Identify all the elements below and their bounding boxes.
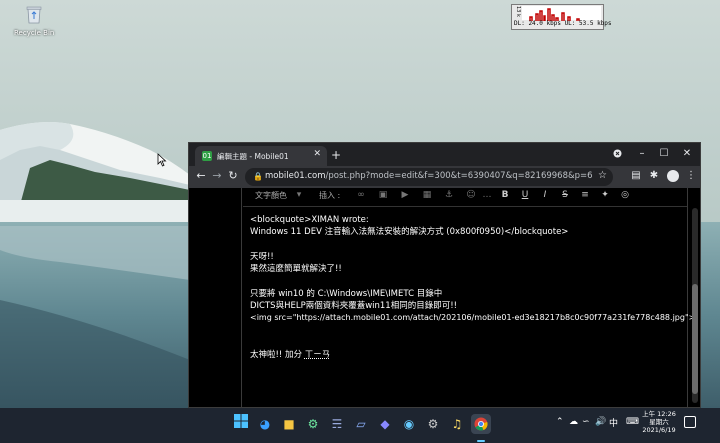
network-app-icon[interactable]: ☴: [327, 414, 347, 434]
anchor-icon[interactable]: ⚓: [443, 190, 455, 200]
media-control-shape: [613, 149, 621, 158]
video-icon[interactable]: ▶: [399, 190, 411, 200]
notification-icon[interactable]: [684, 416, 696, 428]
chrome-browser-icon[interactable]: [471, 414, 491, 434]
emoji-icon[interactable]: ☺: [465, 190, 477, 200]
puzzle-extensions-icon[interactable]: ✱: [647, 170, 661, 181]
editor-body[interactable]: <blockquote>XIMAN wrote: Windows 11 DEV …: [250, 214, 696, 362]
recycle-bin-icon: [26, 6, 42, 24]
editor-border-left: [241, 188, 242, 407]
lock-icon: 🔒: [253, 172, 263, 181]
scrollbar-thumb[interactable]: [692, 284, 698, 394]
ime-composition-text: ㄒㄧㄢ: [304, 350, 331, 361]
editor-line: 天呀!!: [250, 251, 274, 262]
network-monitor-widget[interactable]: 13 k DL: 24.0 kbps UL: 53.5 kbps: [511, 4, 612, 30]
menu-kebab-icon[interactable]: ⋮: [684, 170, 698, 181]
scrollbar-track[interactable]: [692, 208, 698, 403]
network-bars: [529, 8, 580, 21]
wifi-icon[interactable]: ∽: [582, 417, 590, 427]
underline-icon[interactable]: U: [519, 190, 531, 200]
more-icon[interactable]: …: [481, 190, 493, 200]
media-control-icon[interactable]: [607, 146, 627, 162]
insert-label: 插入 :: [319, 191, 341, 200]
minimize-icon[interactable]: –: [632, 146, 652, 162]
recycle-bin-desktop-icon[interactable]: Recycle Bin: [14, 4, 54, 37]
cube-app-icon[interactable]: ◆: [375, 414, 395, 434]
clock-date: 2021/6/19: [642, 426, 676, 434]
tab-strip: 01 編輯主題 - Mobile01 ✕ + – ☐ ✕: [189, 143, 700, 166]
link-icon[interactable]: ∞: [355, 190, 367, 200]
image-icon[interactable]: ▣: [377, 190, 389, 200]
reload-icon[interactable]: ↻: [226, 169, 240, 182]
tray-overflow-chevron-icon[interactable]: ⌃: [556, 417, 564, 427]
file-explorer-icon[interactable]: ■: [279, 414, 299, 434]
music-app-icon[interactable]: ♫: [447, 414, 467, 434]
url-host: mobile01.com: [265, 171, 326, 181]
tab-title: 編輯主題 - Mobile01: [217, 152, 289, 161]
settings-gear-icon[interactable]: ⚙: [423, 414, 443, 434]
browser-window[interactable]: 01 編輯主題 - Mobile01 ✕ + – ☐ ✕ ← → ↻ 🔒 mob…: [188, 142, 701, 408]
taskbar: ◕ ■ ⚙ ☴ ▱ ◆ ◉ ⚙ ♫ ⌃ ☁ ∽ 🔊 中 ⌨ 上午 12:26 星…: [0, 408, 720, 443]
editor-line-last: 太神啦!! 加分 ㄒㄧㄢ: [250, 349, 680, 361]
url-text: mobile01.com/post.php?mode=edit&f=300&t=…: [265, 171, 593, 181]
editor-line: 只要將 win10 的 C:\Windows\IME\IMETC 目錄中: [250, 288, 443, 299]
mobile01-favicon-icon: 01: [202, 151, 212, 161]
table-icon[interactable]: ▦: [421, 190, 433, 200]
editor-border-right: [687, 188, 688, 407]
chrome-logo-icon: [474, 417, 488, 431]
text-color-button[interactable]: 文字顏色: [255, 190, 287, 201]
browser-toolbar: ← → ↻ 🔒 mobile01.com/post.php?mode=edit&…: [189, 166, 700, 188]
url-path: /post.php?mode=edit&f=300&t=6390407&q=82…: [325, 171, 593, 181]
extension-icon[interactable]: ▤: [629, 170, 643, 181]
new-tab-plus-icon[interactable]: +: [329, 148, 343, 162]
profile-avatar-icon[interactable]: [667, 170, 679, 182]
clock-time: 上午 12:26: [642, 410, 676, 418]
ime-settings-icon[interactable]: ⌨: [626, 417, 639, 427]
italic-icon[interactable]: I: [539, 190, 551, 200]
strikethrough-icon[interactable]: S: [559, 190, 571, 200]
maximize-icon[interactable]: ☐: [654, 146, 674, 162]
editor-line: Windows 11 DEV 注音輸入法無法安裝的解決方式 (0x800f095…: [250, 227, 569, 238]
cloud-icon[interactable]: ☁: [569, 417, 578, 427]
back-arrow-icon[interactable]: ←: [194, 169, 208, 182]
close-window-icon[interactable]: ✕: [677, 146, 697, 162]
mouse-pointer-icon: [157, 153, 167, 167]
editor-line-text: 太神啦!! 加分: [250, 350, 303, 361]
settings-gear-green-icon[interactable]: ⚙: [303, 414, 323, 434]
text-color-dropdown-icon[interactable]: ▾: [293, 190, 305, 200]
tab-close-icon[interactable]: ✕: [313, 149, 321, 159]
network-graph-scale: 13 k: [515, 6, 521, 17]
twitter-icon[interactable]: ✦: [599, 190, 611, 200]
forward-arrow-icon[interactable]: →: [210, 169, 224, 182]
clock-weekday: 星期六: [649, 418, 669, 426]
tab-edit-topic[interactable]: 01 編輯主題 - Mobile01 ✕: [195, 146, 327, 166]
volume-icon[interactable]: 🔊: [595, 417, 606, 427]
editor-line: DICTS與HELP兩個資料夾覆蓋win11相同的目錄即可!!: [250, 301, 458, 312]
network-graph: [522, 6, 601, 21]
windows-start-icon[interactable]: [234, 414, 248, 428]
ime-mode-indicator[interactable]: 中: [609, 416, 618, 429]
page-content: 文字顏色 ▾ 插入 : ∞ ▣ ▶ ▦ ⚓ ☺ … B U I S ≡ ✦ ◎ …: [189, 188, 700, 407]
media-player-icon[interactable]: ◉: [399, 414, 419, 434]
editor-line: 果然這麼簡單就解決了!!: [250, 264, 342, 275]
bookmark-star-icon[interactable]: ☆: [598, 170, 607, 181]
edge-browser-icon[interactable]: ◕: [255, 414, 275, 434]
clock[interactable]: 上午 12:26 星期六 2021/6/19: [641, 410, 677, 434]
chrome-active-indicator: [477, 440, 485, 442]
list-icon[interactable]: ≡: [579, 190, 591, 200]
network-stats-text: DL: 24.0 kbps UL: 53.5 kbps: [514, 20, 612, 27]
address-bar[interactable]: 🔒 mobile01.com/post.php?mode=edit&f=300&…: [245, 168, 613, 186]
bold-icon[interactable]: B: [499, 190, 511, 200]
recycle-bin-label: Recycle Bin: [14, 29, 55, 37]
instagram-icon[interactable]: ◎: [619, 190, 631, 200]
virtualbox-icon[interactable]: ▱: [351, 414, 371, 434]
editor-toolbar: 文字顏色 ▾ 插入 : ∞ ▣ ▶ ▦ ⚓ ☺ … B U I S ≡ ✦ ◎: [243, 188, 687, 207]
editor-line: <blockquote>XIMAN wrote:: [250, 215, 369, 225]
editor-line: <img src="https://attach.mobile01.com/at…: [250, 313, 696, 323]
